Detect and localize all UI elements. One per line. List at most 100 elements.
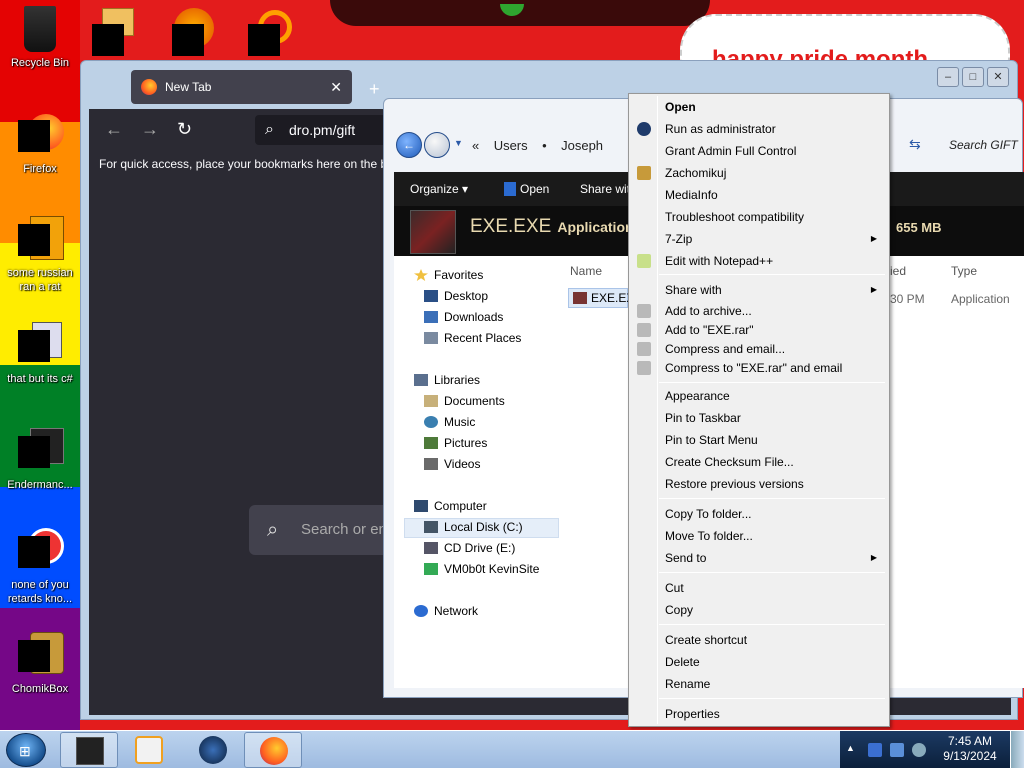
- nav-computer[interactable]: Computer: [414, 499, 487, 513]
- close-button[interactable]: ✕: [987, 67, 1009, 87]
- menu-item-cut[interactable]: Cut: [631, 577, 887, 599]
- show-hidden-icons-icon[interactable]: ▲: [846, 743, 855, 753]
- taskbar-app-media-player[interactable]: [120, 732, 178, 768]
- menu-item-compress-rar-email[interactable]: Compress to "EXE.rar" and email: [631, 357, 887, 379]
- nav-music[interactable]: Music: [424, 415, 475, 429]
- nav-network[interactable]: Network: [414, 604, 478, 618]
- menu-item-properties[interactable]: Properties: [631, 703, 887, 725]
- reload-icon[interactable]: ↻: [177, 119, 192, 140]
- globe-icon: [199, 736, 227, 764]
- application-icon: [573, 292, 587, 304]
- minimize-button[interactable]: –: [937, 67, 959, 87]
- share-button[interactable]: Share wit: [580, 182, 630, 196]
- breadcrumb-part[interactable]: Users: [494, 138, 528, 153]
- menu-item-mediainfo[interactable]: MediaInfo: [631, 184, 887, 206]
- show-desktop-button[interactable]: [1010, 731, 1024, 768]
- firefox-icon: [260, 737, 288, 765]
- menu-label: Troubleshoot compatibility: [665, 210, 804, 224]
- menu-item-troubleshoot[interactable]: Troubleshoot compatibility: [631, 206, 887, 228]
- menu-item-zachomikuj[interactable]: Zachomikuj: [631, 162, 887, 184]
- menu-label: Share with: [665, 283, 722, 297]
- desktop-icon-app-2[interactable]: [248, 2, 292, 56]
- menu-item-grant-admin[interactable]: Grant Admin Full Control: [631, 140, 887, 162]
- network-icon[interactable]: [890, 743, 904, 757]
- forward-arrow-icon[interactable]: →: [141, 119, 159, 140]
- back-button[interactable]: ←: [396, 132, 422, 158]
- nav-pictures[interactable]: Pictures: [424, 436, 487, 450]
- menu-item-move-to[interactable]: Move To folder...: [631, 525, 887, 547]
- close-tab-icon[interactable]: ✕: [330, 79, 342, 96]
- menu-item-copy[interactable]: Copy: [631, 599, 887, 621]
- organize-button[interactable]: Organize ▾: [410, 182, 468, 196]
- taskbar-app-globe[interactable]: [184, 732, 242, 768]
- menu-item-7zip[interactable]: 7-Zip ▶: [631, 228, 887, 250]
- nav-cd-drive[interactable]: CD Drive (E:): [424, 541, 515, 555]
- nav-label: Music: [444, 415, 476, 429]
- open-button[interactable]: Open: [520, 182, 549, 196]
- clock[interactable]: 7:45 AM 9/13/2024: [932, 734, 1008, 764]
- file-type: Application: [951, 292, 1010, 306]
- menu-item-pin-start[interactable]: Pin to Start Menu: [631, 429, 887, 451]
- redaction-box: [18, 224, 50, 256]
- desktop-icon-none-of-you[interactable]: none of you retards kno...: [0, 528, 80, 606]
- nav-documents[interactable]: Documents: [424, 394, 505, 408]
- nav-libraries[interactable]: Libraries: [414, 373, 480, 387]
- search-icon: ⌕: [267, 519, 279, 541]
- tray-app-icon[interactable]: [868, 743, 882, 757]
- videos-icon: [424, 458, 438, 470]
- desktop-icon-app[interactable]: [170, 2, 214, 56]
- menu-item-delete[interactable]: Delete: [631, 651, 887, 673]
- back-arrow-icon[interactable]: ←: [105, 119, 123, 140]
- menu-item-open[interactable]: Open: [631, 96, 887, 118]
- forward-button[interactable]: [424, 132, 450, 158]
- desktop-icon-endermanch[interactable]: Endermanc...: [0, 428, 80, 492]
- menu-item-restore-versions[interactable]: Restore previous versions: [631, 473, 887, 495]
- chevron-down-icon[interactable]: ▼: [454, 138, 463, 148]
- maximize-button[interactable]: □: [962, 67, 984, 87]
- menu-item-checksum[interactable]: Create Checksum File...: [631, 451, 887, 473]
- menu-item-pin-taskbar[interactable]: Pin to Taskbar: [631, 407, 887, 429]
- menu-item-create-shortcut[interactable]: Create shortcut: [631, 629, 887, 651]
- desktop-icon-recycle-bin[interactable]: Recycle Bin: [0, 6, 80, 70]
- file-row-exe[interactable]: EXE.EXE: [568, 288, 642, 308]
- search-input[interactable]: Search GIFT: [949, 138, 1018, 152]
- refresh-icon[interactable]: ⇆: [909, 136, 921, 153]
- nav-desktop[interactable]: Desktop: [424, 289, 488, 303]
- start-button[interactable]: ⊞: [6, 733, 46, 767]
- nav-recent-places[interactable]: Recent Places: [424, 331, 521, 345]
- nav-downloads[interactable]: Downloads: [424, 310, 503, 324]
- volume-icon[interactable]: [912, 743, 926, 757]
- menu-item-share-with[interactable]: Share with ▶: [631, 279, 887, 301]
- nav-vm-share[interactable]: VM0b0t KevinSite: [424, 562, 539, 576]
- menu-item-rename[interactable]: Rename: [631, 673, 887, 695]
- column-modified[interactable]: ied: [890, 264, 906, 278]
- desktop-icon-chomikbox[interactable]: ChomikBox: [0, 632, 80, 696]
- desktop-icon-folder[interactable]: [92, 2, 136, 56]
- taskbar-app-firefox[interactable]: [244, 732, 302, 768]
- menu-item-run-as-admin[interactable]: Run as administrator: [631, 118, 887, 140]
- desktop-icon-firefox[interactable]: Firefox: [0, 112, 80, 176]
- taskbar-app-terminal[interactable]: [60, 732, 118, 768]
- nav-local-disk[interactable]: Local Disk (C:): [424, 520, 523, 534]
- menu-label: Add to archive...: [665, 304, 752, 318]
- new-tab-button[interactable]: +: [369, 79, 380, 100]
- nav-label: Local Disk (C:): [444, 520, 523, 534]
- menu-item-appearance[interactable]: Appearance: [631, 385, 887, 407]
- desktop-icon-russian-rat[interactable]: some russian ran a rat: [0, 216, 80, 294]
- window-controls: – □ ✕: [937, 67, 1009, 87]
- desktop-icon-csharp[interactable]: that but its c#: [0, 322, 80, 386]
- menu-item-copy-to[interactable]: Copy To folder...: [631, 503, 887, 525]
- desktop-icon-label: none of you retards kno...: [7, 579, 73, 605]
- menu-item-send-to[interactable]: Send to ▶: [631, 547, 887, 569]
- column-name[interactable]: Name: [570, 264, 602, 278]
- breadcrumb-part[interactable]: Joseph: [561, 138, 603, 153]
- details-title: EXE.EXE Application: [470, 216, 634, 238]
- menu-item-notepadpp[interactable]: Edit with Notepad++: [631, 250, 887, 272]
- breadcrumb[interactable]: « Users • Joseph: [472, 138, 603, 153]
- nav-videos[interactable]: Videos: [424, 457, 480, 471]
- nav-favorites[interactable]: Favorites: [414, 268, 483, 282]
- redaction-box: [92, 24, 124, 56]
- redaction-box: [18, 330, 50, 362]
- tab-new-tab[interactable]: New Tab ✕: [131, 70, 352, 104]
- column-type[interactable]: Type: [951, 264, 977, 278]
